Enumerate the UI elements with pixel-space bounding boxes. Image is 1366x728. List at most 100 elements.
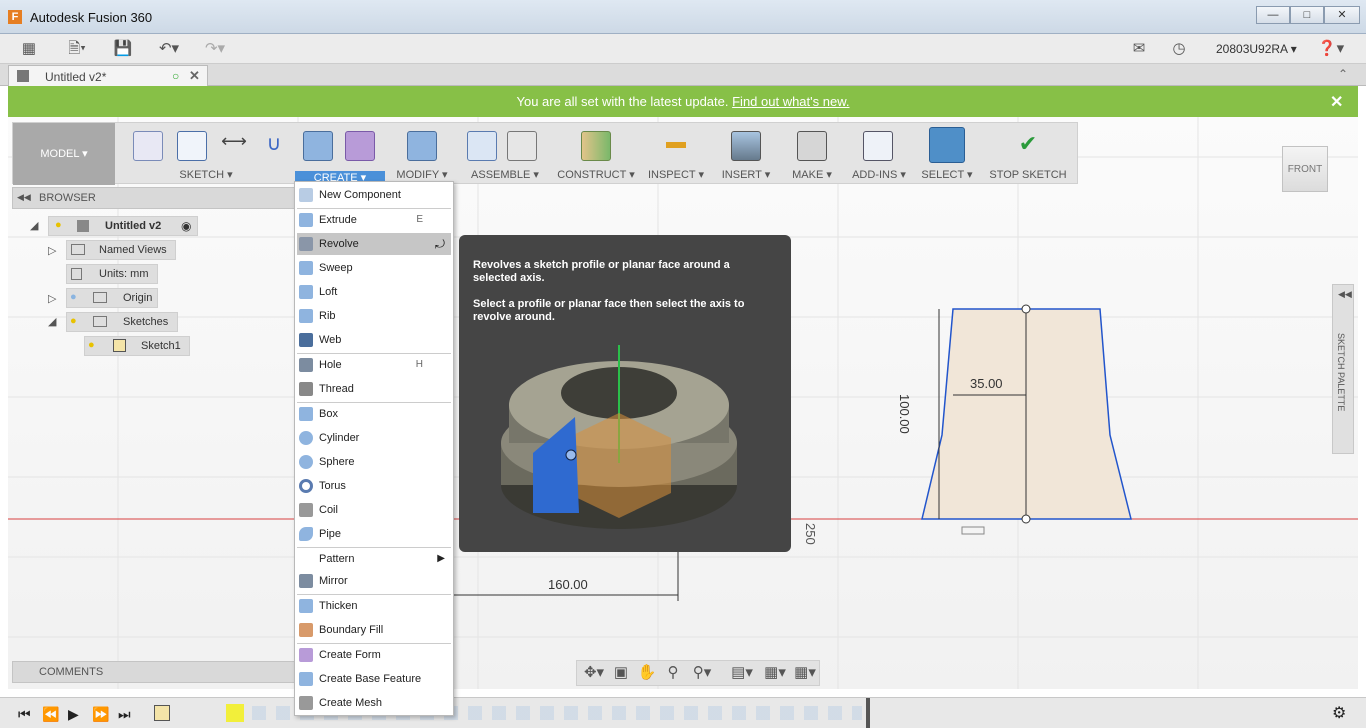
dimension-height-label[interactable]: 100.00 [897, 394, 912, 434]
select-tool-icon[interactable] [929, 127, 965, 163]
construct-menu-label[interactable]: CONSTRUCT ▾ [555, 168, 637, 181]
menu-item-box[interactable]: Box [297, 403, 451, 425]
go-to-start-icon[interactable]: ⏮ [18, 706, 31, 723]
new-component-icon[interactable] [467, 131, 497, 161]
insert-menu-label[interactable]: INSERT ▾ [715, 168, 777, 181]
addins-group[interactable]: ADD-INS ▾ [847, 123, 911, 185]
sketch-point[interactable] [1021, 304, 1031, 314]
modify-menu-label[interactable]: MODIFY ▾ [391, 168, 453, 181]
browser-node-origin[interactable]: ● Origin [66, 288, 158, 308]
timeline-marker-icon[interactable] [226, 704, 244, 722]
grid-settings-icon[interactable]: ▦▾ [761, 663, 789, 683]
viewcube[interactable]: FRONT [1282, 146, 1328, 192]
close-banner-icon[interactable]: ✕ [1330, 92, 1343, 112]
menu-item-create-base-feature[interactable]: Create Base Feature [297, 668, 451, 690]
minimize-icon[interactable]: — [1256, 6, 1290, 24]
menu-item-create-form[interactable]: Create Form [297, 644, 451, 666]
timeline-playhead[interactable] [866, 698, 870, 728]
modify-group[interactable]: MODIFY ▾ [391, 123, 453, 185]
dimension-bottom-label[interactable]: 160.00 [548, 577, 588, 592]
settings-gear-icon[interactable]: ⚙ [1332, 703, 1346, 723]
browser-panel-header[interactable]: ◀◀ BROWSER [12, 187, 298, 209]
pan-hand-icon[interactable]: ✋ [637, 663, 657, 683]
expand-palette-icon[interactable]: ◀◀ [1338, 289, 1352, 300]
redo-icon[interactable]: ↷▾ [198, 39, 232, 59]
create-group[interactable]: CREATE ▾ [295, 123, 385, 185]
menu-item-sweep[interactable]: Sweep [297, 257, 451, 279]
viewcube-face-label[interactable]: FRONT [1288, 164, 1322, 175]
menu-item-thicken[interactable]: Thicken [297, 595, 451, 617]
sketch-dimension-icon[interactable]: ⟷ [219, 131, 249, 161]
browser-node-sketches[interactable]: ● Sketches [66, 312, 178, 332]
menu-item-pipe[interactable]: Pipe [297, 523, 451, 545]
create-sketch-icon[interactable] [133, 131, 163, 161]
menu-item-sphere[interactable]: Sphere [297, 451, 451, 473]
step-forward-icon[interactable]: ⏩ [92, 706, 109, 723]
zoom-icon[interactable]: ⚲ [663, 663, 683, 683]
fit-zoom-icon[interactable]: ⚲▾ [687, 663, 717, 683]
menu-item-extrude[interactable]: Extrude E [297, 209, 451, 231]
inspect-group[interactable]: ▬ INSPECT ▾ [643, 123, 709, 185]
tab-untitled-v2[interactable]: Untitled v2* ○ ✕ [8, 65, 208, 86]
menu-item-boundary-fill[interactable]: Boundary Fill [297, 619, 451, 641]
addins-menu-label[interactable]: ADD-INS ▾ [847, 168, 911, 181]
collapse-browser-icon[interactable]: ◀◀ [17, 192, 31, 203]
sketch-palette-label[interactable]: SKETCH PALETTE [1336, 333, 1346, 411]
menu-item-thread[interactable]: Thread [297, 378, 451, 400]
select-group[interactable]: SELECT ▾ [917, 123, 977, 185]
sketch-menu-label[interactable]: SKETCH ▾ [121, 168, 291, 181]
go-to-end-icon[interactable]: ⏭ [118, 706, 131, 723]
sketch-group[interactable]: ⟷ ∪ SKETCH ▾ [121, 123, 291, 185]
stop-sketch-check-icon[interactable]: ✔ [1013, 131, 1043, 161]
file-menu-icon[interactable]: 🗎▾ [62, 39, 92, 59]
attached-canvas-icon[interactable] [731, 131, 761, 161]
stop-sketch-group[interactable]: ✔ STOP SKETCH [983, 123, 1073, 185]
menu-item-cylinder[interactable]: Cylinder [297, 427, 451, 449]
collapse-triangle-icon[interactable]: ◢ [48, 315, 56, 328]
visibility-bulb-icon[interactable]: ● [70, 312, 77, 330]
select-menu-label[interactable]: SELECT ▾ [917, 168, 977, 181]
stop-sketch-label[interactable]: STOP SKETCH [983, 169, 1073, 181]
menu-item-create-mesh[interactable]: Create Mesh [297, 692, 451, 714]
maximize-icon[interactable]: □ [1290, 6, 1324, 24]
orbit-icon[interactable]: ✥▾ [581, 663, 607, 683]
dimension-side-label[interactable]: 250 [803, 523, 818, 545]
scripts-addins-icon[interactable] [863, 131, 893, 161]
collapse-triangle-icon[interactable]: ◢ [30, 219, 38, 232]
expand-triangle-icon[interactable]: ▷ [48, 292, 56, 305]
help-icon[interactable]: ❓▾ [1314, 39, 1348, 59]
measure-icon[interactable]: ▬ [661, 131, 691, 161]
menu-item-revolve[interactable]: Revolve ⤾ [297, 233, 451, 255]
menu-item-coil[interactable]: Coil [297, 499, 451, 521]
close-tab-icon[interactable]: ✕ [189, 68, 200, 84]
close-window-icon[interactable]: ✕ [1324, 6, 1360, 24]
whats-new-link[interactable]: Find out what's new. [732, 94, 849, 109]
collapse-tabs-chevron-icon[interactable]: ⌃ [1338, 67, 1348, 81]
comments-panel-header[interactable]: COMMENTS [12, 661, 298, 683]
construct-group[interactable]: CONSTRUCT ▾ [555, 123, 637, 185]
browser-node-sketch1[interactable]: ● Sketch1 [84, 336, 190, 356]
visibility-bulb-icon[interactable]: ● [70, 288, 77, 306]
menu-item-new-component[interactable]: New Component [297, 184, 451, 206]
joint-icon[interactable] [507, 131, 537, 161]
display-settings-icon[interactable]: ▤▾ [727, 663, 757, 683]
fit-point-spline-icon[interactable]: ∪ [259, 131, 289, 161]
user-account-menu[interactable]: 20803U92RA ▾ [1216, 42, 1297, 56]
menu-item-hole[interactable]: Hole H [297, 354, 451, 376]
timeline-sketch-icon[interactable] [154, 705, 170, 721]
browser-node-root[interactable]: ● Untitled v2 ◉ [48, 216, 198, 236]
menu-item-pattern[interactable]: Pattern ▶ [297, 548, 451, 570]
create-form-icon[interactable] [345, 131, 375, 161]
inspect-menu-label[interactable]: INSPECT ▾ [643, 168, 709, 181]
menu-item-loft[interactable]: Loft [297, 281, 451, 303]
sketch-palette-tab[interactable]: ◀◀ SKETCH PALETTE [1332, 284, 1354, 454]
press-pull-icon[interactable] [407, 131, 437, 161]
data-panel-grid-icon[interactable]: ▦ [18, 39, 40, 59]
menu-item-torus[interactable]: Torus [297, 475, 451, 497]
assemble-group[interactable]: ASSEMBLE ▾ [461, 123, 549, 185]
assemble-menu-label[interactable]: ASSEMBLE ▾ [461, 168, 549, 181]
browser-node-units[interactable]: Units: mm [66, 264, 158, 284]
insert-group[interactable]: INSERT ▾ [715, 123, 777, 185]
activate-radio-icon[interactable]: ◉ [181, 217, 191, 235]
3d-print-icon[interactable] [797, 131, 827, 161]
